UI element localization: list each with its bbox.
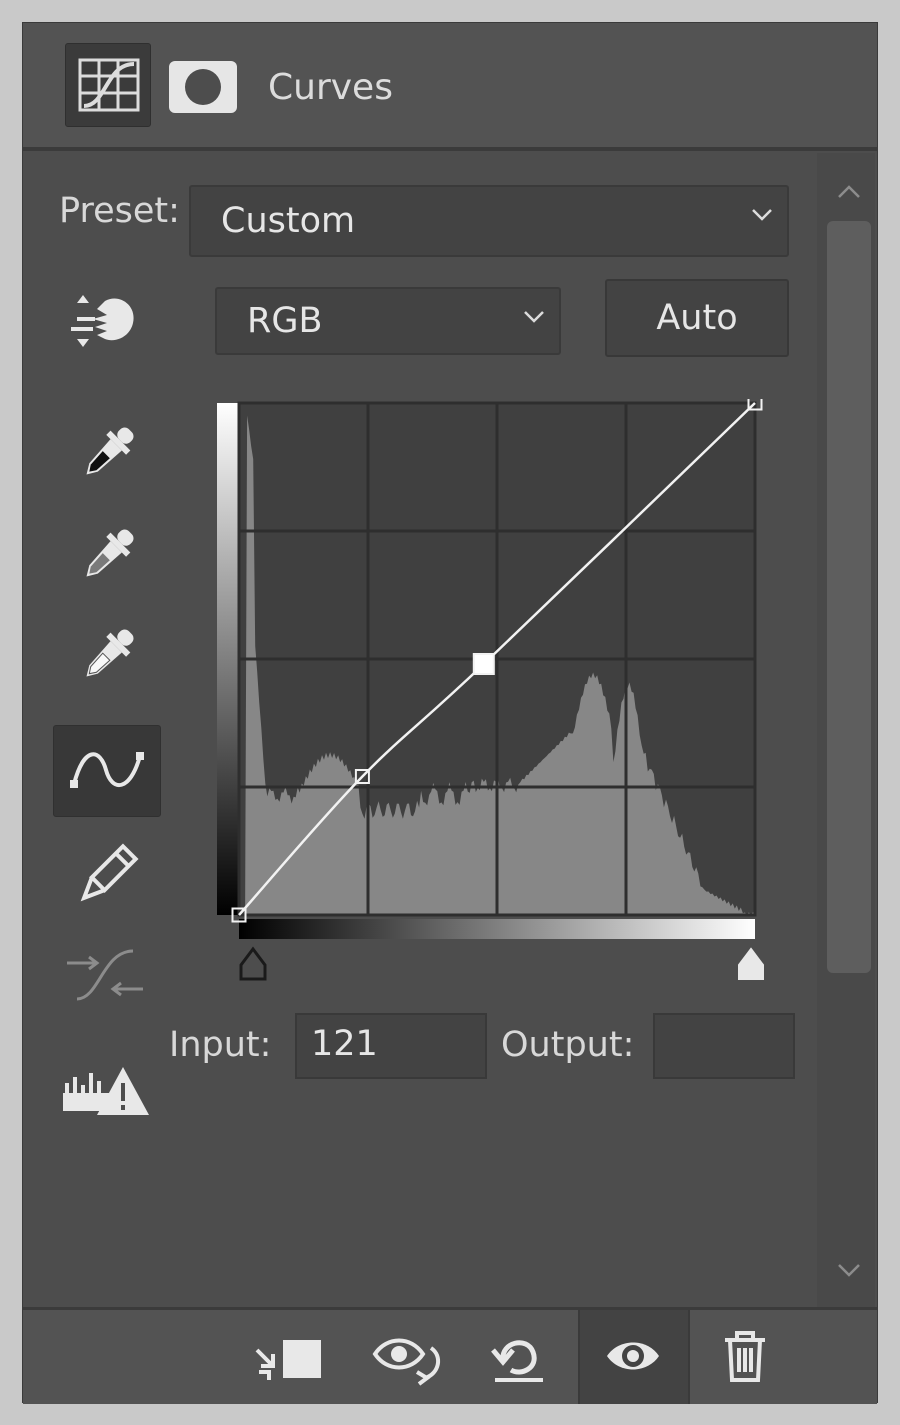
black-point-eyedropper-icon[interactable]	[75, 419, 139, 489]
preset-value: Custom	[221, 201, 356, 241]
reset-icon[interactable]	[489, 1330, 549, 1386]
input-label: Input:	[169, 1025, 272, 1065]
white-input-slider[interactable]	[738, 947, 764, 980]
gray-point-eyedropper-icon[interactable]	[75, 521, 139, 591]
curves-graph[interactable]	[213, 399, 773, 985]
trash-icon[interactable]	[723, 1330, 767, 1384]
white-point-eyedropper-icon[interactable]	[75, 621, 139, 691]
smooth-curve-icon	[63, 945, 147, 1005]
curves-adjustment-icon[interactable]	[65, 43, 151, 127]
on-image-adjust-icon[interactable]	[67, 291, 141, 355]
clipping-warning-icon[interactable]	[61, 1063, 151, 1121]
preset-label: Preset:	[59, 191, 180, 231]
input-field[interactable]: 121	[295, 1013, 487, 1079]
curve-point-tool-icon	[70, 752, 144, 788]
input-gradient-bar	[239, 919, 755, 939]
clip-to-layer-icon[interactable]	[249, 1334, 325, 1384]
visibility-eye-icon[interactable]	[605, 1336, 661, 1376]
panel-title: Curves	[268, 67, 393, 108]
chevron-down-icon	[524, 311, 544, 323]
scroll-down-icon[interactable]	[833, 1257, 865, 1281]
scroll-up-icon[interactable]	[833, 181, 865, 205]
view-previous-state-icon[interactable]	[371, 1332, 445, 1386]
chevron-down-icon	[752, 209, 772, 221]
panel-header: Curves	[23, 23, 877, 151]
auto-button[interactable]: Auto	[605, 279, 789, 357]
channel-value: RGB	[247, 301, 323, 341]
panel-footer	[23, 1307, 877, 1404]
output-gradient-bar	[217, 403, 239, 915]
black-input-slider[interactable]	[239, 946, 267, 981]
preset-dropdown[interactable]: Custom	[189, 185, 789, 257]
channel-dropdown[interactable]: RGB	[215, 287, 561, 355]
input-value: 121	[311, 1024, 378, 1064]
curves-properties-panel: Curves Preset: Custom RGB Auto Input: 12…	[22, 22, 878, 1404]
output-field[interactable]	[653, 1013, 795, 1079]
scrollbar-thumb[interactable]	[827, 221, 871, 973]
output-label: Output:	[501, 1025, 635, 1065]
pencil-draw-icon[interactable]	[71, 841, 141, 911]
curve-point-selected[interactable]	[472, 653, 495, 675]
layer-mask-icon[interactable]	[169, 61, 237, 113]
curve-point-tool[interactable]	[53, 725, 161, 817]
